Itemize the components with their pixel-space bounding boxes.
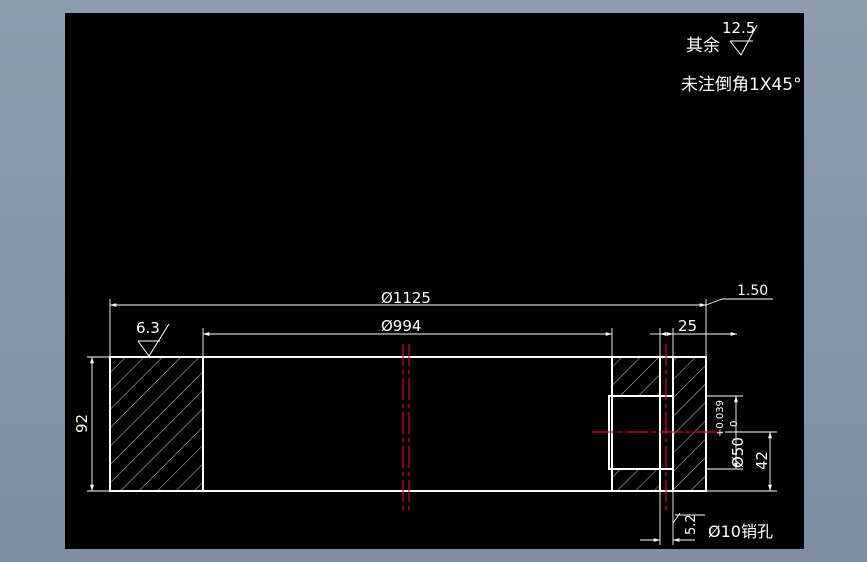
groove-offset-label: 1.50	[737, 283, 768, 299]
roughness-prefix: 其余	[686, 36, 720, 56]
roughness-left-label: 6.3	[136, 319, 160, 337]
cad-drawing-viewport[interactable]: 其余 12.5 未注倒角1X45° Ø1125 Ø994 6.3 25 1.50…	[65, 13, 804, 549]
cad-drawing: 其余 12.5 未注倒角1X45° Ø1125 Ø994 6.3 25 1.50…	[73, 19, 802, 545]
pin-offset-label: 5.2	[684, 514, 699, 535]
bore-position-label: 42	[753, 451, 771, 470]
roughness-value-top: 12.5	[722, 19, 755, 37]
left-section-hatch	[110, 357, 203, 491]
bore-diameter-label: Ø50	[729, 437, 747, 468]
pin-hole-label: Ø10销孔	[708, 522, 773, 541]
chamfer-note: 未注倒角1X45°	[681, 75, 802, 95]
inner-diameter-label: Ø994	[381, 317, 421, 335]
height-label: 92	[73, 414, 91, 433]
bore-tol-lower: 0	[729, 421, 740, 427]
bore-tol-upper: +0.039	[715, 400, 726, 437]
outer-diameter-label: Ø1125	[381, 289, 431, 307]
groove-width-label: 25	[678, 317, 697, 335]
